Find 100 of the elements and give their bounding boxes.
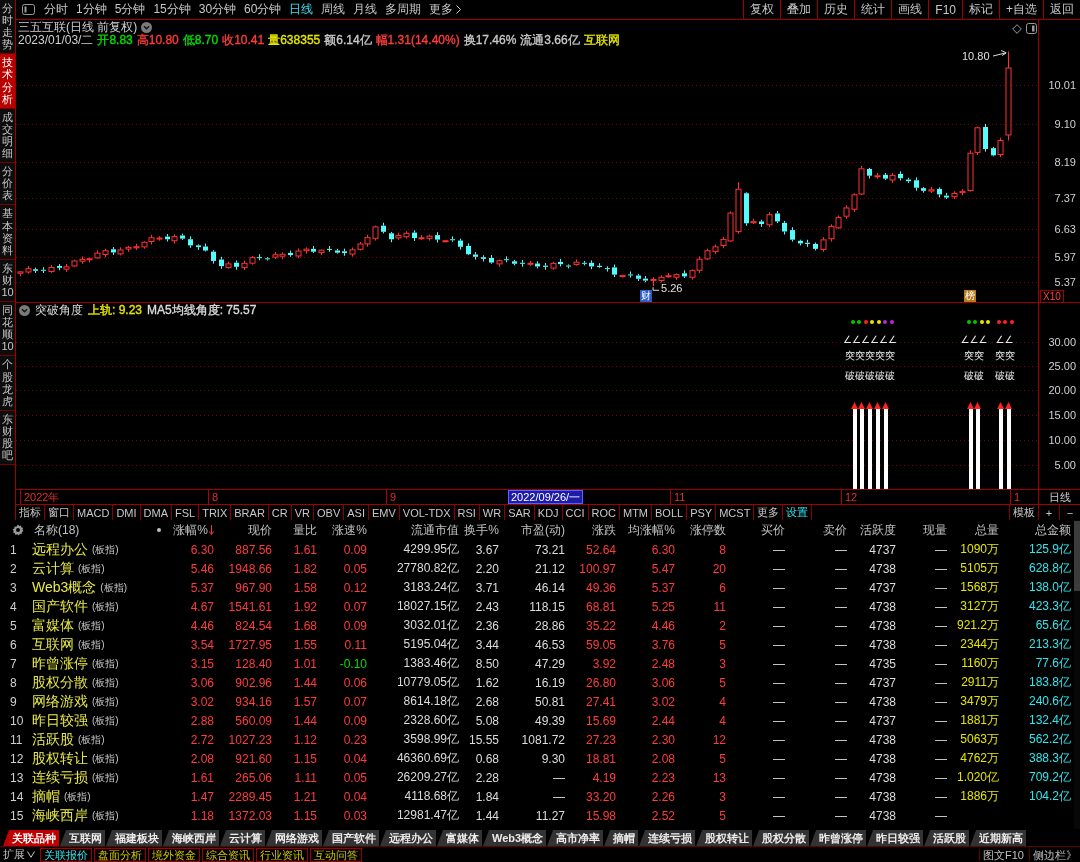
scrollbar-thumb[interactable] [1074, 521, 1080, 591]
toolbar-button[interactable]: 画线 [891, 0, 929, 19]
indicator-tab[interactable]: FSL [172, 505, 200, 520]
indicator-tab[interactable]: CR [268, 505, 292, 520]
settings-icon[interactable] [12, 524, 24, 536]
column-header[interactable]: 现价 [217, 520, 275, 540]
indicator-tab[interactable]: MTM [620, 505, 653, 520]
period-tab[interactable]: 更多 [425, 1, 466, 18]
column-header[interactable]: 名称(18) [30, 520, 165, 540]
indicator-tab[interactable]: MACD [74, 505, 114, 520]
board-name[interactable]: 昨曾涨停 [32, 654, 88, 673]
board-tab[interactable]: 摘帽 [604, 830, 639, 847]
indicator-tab[interactable]: BRAR [231, 505, 269, 520]
board-tab[interactable]: Web3概念 [483, 830, 547, 847]
period-tab[interactable]: 30分钟 [194, 1, 241, 18]
board-name[interactable]: 云计算 [32, 559, 74, 578]
scrollbar-track[interactable] [1074, 520, 1080, 830]
indicator-tab[interactable]: EMV [368, 505, 400, 520]
column-header[interactable]: 买价 [729, 520, 788, 540]
board-tab[interactable]: 远程办公 [380, 830, 436, 847]
info-tab[interactable]: 盘面分析 [94, 847, 146, 862]
indicator-tab[interactable]: VR [291, 505, 314, 520]
info-tab[interactable]: 关联报价 [40, 847, 92, 862]
footer-button[interactable]: 侧边栏》 [1029, 848, 1080, 861]
column-header[interactable]: 现量 [899, 520, 950, 540]
column-header[interactable]: 涨跌 [568, 520, 619, 540]
column-header[interactable]: 涨速% [320, 520, 370, 540]
board-name[interactable]: 摘帽 [32, 787, 60, 806]
toolbar-button[interactable]: 标记 [962, 0, 999, 19]
toolbar-button[interactable]: 叠加 [780, 0, 818, 19]
chart-marker[interactable]: 榜 [963, 290, 976, 302]
diamond-icon[interactable] [1012, 24, 1022, 34]
indicator-tab[interactable]: BOLL [652, 505, 688, 520]
sidebar-tab[interactable]: 同花顺10 [0, 302, 15, 357]
period-tab[interactable]: 1分钟 [72, 1, 111, 18]
period-tab[interactable]: 15分钟 [149, 1, 195, 18]
board-name[interactable]: 海峡西岸 [32, 806, 88, 825]
column-header[interactable]: 量比 [275, 520, 320, 540]
pane-tool-button[interactable]: 模板 [1009, 505, 1038, 520]
column-header[interactable]: 涨停数 [678, 520, 729, 540]
indicator-tab[interactable]: WR [479, 505, 506, 520]
board-tab[interactable]: 互联网 [60, 830, 105, 847]
toolbar-button[interactable]: F10 [928, 0, 962, 19]
indicator-tab[interactable]: RSI [454, 505, 480, 520]
board-tab[interactable]: 昨曾涨停 [810, 830, 867, 847]
chevron-circle-icon[interactable] [141, 22, 153, 33]
info-tab[interactable]: 境外资金 [148, 847, 200, 862]
sidebar-tab[interactable]: 东财10 [0, 259, 15, 303]
period-tab[interactable]: 周线 [317, 1, 350, 18]
board-tab[interactable]: 活跃股 [924, 830, 970, 847]
footer-button[interactable]: 图文F10 [979, 848, 1027, 861]
sidebar-tab[interactable]: 技术分析 [0, 54, 15, 109]
indicator-tab[interactable]: ASI [344, 505, 369, 520]
toolbar-button[interactable]: 返回 [1043, 0, 1080, 19]
sidebar-tab[interactable]: 个股龙虎 [0, 356, 15, 411]
column-header[interactable]: 总量 [950, 520, 1002, 540]
board-tab[interactable]: 连续亏损 [639, 830, 696, 847]
toolbar-button[interactable]: 复权 [743, 0, 781, 19]
panel-toggle-icon[interactable] [1026, 23, 1037, 34]
period-tab[interactable]: 分时 [40, 1, 72, 18]
chevron-circle-icon[interactable] [19, 305, 30, 316]
toolbar-button[interactable]: 历史 [817, 0, 855, 19]
indicator-tab[interactable]: 窗口 [45, 505, 74, 520]
board-name[interactable]: 股权分散 [32, 673, 88, 692]
sidebar-tab[interactable]: 分价表 [0, 163, 15, 206]
indicator-tab[interactable]: OBV [314, 505, 345, 520]
board-name[interactable]: 互联网 [32, 635, 74, 654]
column-header[interactable]: 活跃度 [850, 520, 899, 540]
column-header[interactable]: 换手% [462, 520, 502, 540]
indicator-tab[interactable]: PSY [687, 505, 717, 520]
period-tab[interactable]: 多周期 [381, 1, 426, 18]
board-tab[interactable]: 关联品种 [3, 830, 59, 847]
board-tab[interactable]: 网络游戏 [266, 830, 322, 847]
board-tab[interactable]: 股权分散 [753, 830, 810, 847]
board-tab[interactable]: 高市净率 [547, 830, 604, 847]
board-tab[interactable]: 云计算 [220, 830, 265, 847]
indicator-tab[interactable]: ROC [588, 505, 620, 520]
board-tab[interactable]: 国产软件 [323, 830, 379, 847]
info-tab[interactable]: 行业资讯 [256, 847, 308, 862]
board-tab[interactable]: 富媒体 [437, 830, 482, 847]
info-tab[interactable]: 综合资讯 [202, 847, 254, 862]
period-tab[interactable]: 日线 [285, 1, 318, 18]
column-header[interactable]: 市盈(动) [502, 520, 568, 540]
board-name[interactable]: 远程办公 [32, 540, 88, 559]
sidebar-tab[interactable]: 分时走势 [0, 0, 15, 55]
board-tab[interactable]: 福建板块 [106, 830, 162, 847]
indicator-tab[interactable]: MCST [716, 505, 755, 520]
column-header[interactable]: 涨幅% [165, 520, 217, 540]
sidebar-tab[interactable]: 东财股吧 [0, 410, 15, 466]
board-tab[interactable]: 股权转让 [696, 830, 753, 847]
sort-descending-icon[interactable] [209, 525, 214, 535]
sidebar-tab[interactable]: 成交明细 [0, 108, 15, 164]
board-name[interactable]: 网络游戏 [32, 692, 88, 711]
indicator-tab[interactable]: 更多 [754, 505, 784, 520]
board-tab[interactable]: 海峡西岸 [163, 830, 219, 847]
indicator-tab[interactable]: DMA [140, 505, 172, 520]
sidebar-tab[interactable]: 基本资料 [0, 205, 15, 260]
board-name[interactable]: 活跃股 [32, 730, 74, 749]
column-header[interactable]: 总金额 [1002, 520, 1074, 540]
period-tab[interactable]: 5分钟 [110, 1, 150, 18]
